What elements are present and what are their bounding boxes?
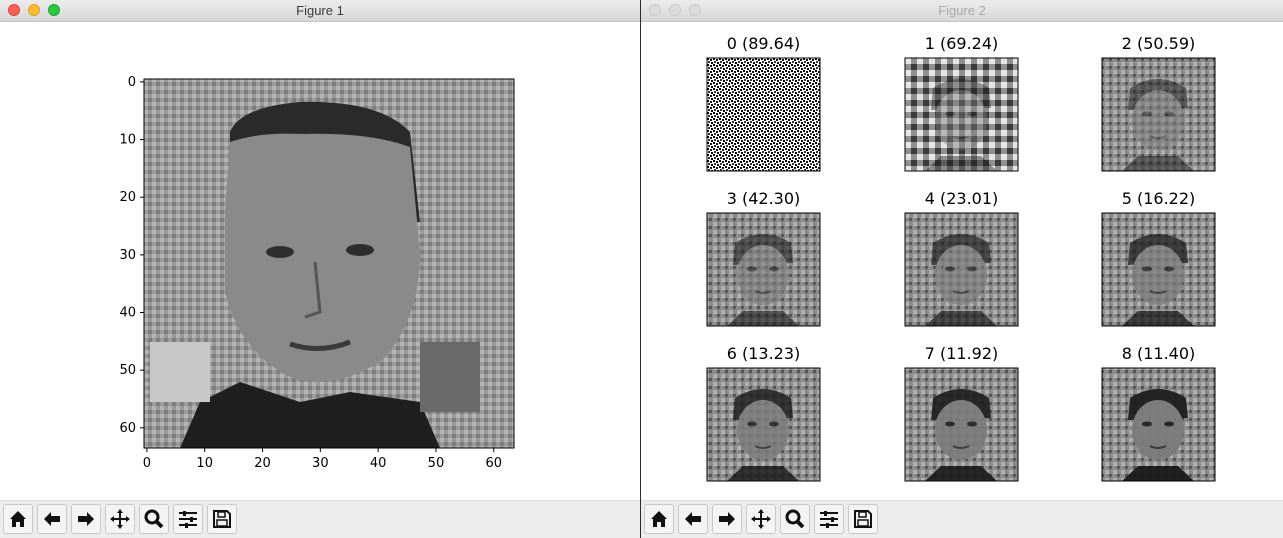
figure-1-titlebar[interactable]: Figure 1 bbox=[0, 0, 640, 22]
panel-title: 4 (23.01) bbox=[925, 189, 999, 208]
save-floppy-icon bbox=[854, 510, 872, 528]
save-button[interactable] bbox=[848, 504, 878, 534]
pan-button[interactable] bbox=[746, 504, 776, 534]
image-axes: 0 10 20 30 40 50 60 0 10 20 30 40 50 60 bbox=[119, 75, 515, 471]
panel-title: 8 (11.40) bbox=[1122, 344, 1196, 363]
save-button[interactable] bbox=[207, 504, 237, 534]
forward-arrow-icon bbox=[78, 512, 94, 526]
configure-subplots-icon bbox=[179, 511, 197, 528]
reconstruction-panel[interactable]: 8 (11.40) bbox=[1101, 344, 1216, 482]
window-title: Figure 1 bbox=[296, 3, 344, 18]
pan-move-icon bbox=[110, 509, 130, 529]
x-tick-label: 0 bbox=[143, 456, 151, 471]
figure-2-canvas[interactable]: 0 (89.64) 1 (69.24) 2 (50.59) 3 (42.30) 4 (2… bbox=[641, 22, 1283, 501]
y-tick-label: 30 bbox=[119, 248, 136, 263]
reconstruction-panel[interactable]: 0 (89.64) bbox=[706, 34, 821, 172]
configure-subplots-icon bbox=[820, 511, 838, 528]
home-icon bbox=[651, 511, 667, 527]
window-title: Figure 2 bbox=[938, 3, 986, 18]
zoom-magnifier-icon bbox=[785, 509, 805, 529]
panel-title: 5 (16.22) bbox=[1122, 189, 1196, 208]
figure-2-titlebar[interactable]: Figure 2 bbox=[641, 0, 1283, 22]
reconstruction-panel[interactable]: 6 (13.23) bbox=[706, 344, 821, 482]
panel-title: 7 (11.92) bbox=[925, 344, 999, 363]
figure-1-toolbar bbox=[0, 500, 640, 538]
x-tick-label: 60 bbox=[485, 456, 502, 471]
y-tick-label: 20 bbox=[119, 190, 136, 205]
figure-2-toolbar bbox=[641, 500, 1283, 538]
forward-button[interactable] bbox=[71, 504, 101, 534]
back-arrow-icon bbox=[44, 512, 60, 526]
panel-image bbox=[707, 58, 820, 171]
pan-button[interactable] bbox=[105, 504, 135, 534]
y-tick-label: 50 bbox=[119, 363, 136, 378]
panel-title: 0 (89.64) bbox=[727, 34, 801, 53]
zoom-magnifier-icon bbox=[144, 509, 164, 529]
x-tick-label: 20 bbox=[254, 456, 271, 471]
y-tick-label: 10 bbox=[119, 133, 136, 148]
zoom-button[interactable] bbox=[139, 504, 169, 534]
figure-2-window: Figure 2 0 (89.64) 1 (69.24) 2 (50.59) 3… bbox=[641, 0, 1283, 538]
panel-title: 2 (50.59) bbox=[1122, 34, 1196, 53]
y-axis-ticks: 0 10 20 30 40 50 60 bbox=[119, 75, 144, 436]
home-icon bbox=[10, 511, 26, 527]
pan-move-icon bbox=[751, 509, 771, 529]
x-tick-label: 40 bbox=[370, 456, 387, 471]
home-button[interactable] bbox=[3, 504, 33, 534]
y-tick-label: 40 bbox=[119, 306, 136, 321]
reconstruction-panels: 0 (89.64) 1 (69.24) 2 (50.59) 3 (42.30) 4 (2… bbox=[706, 34, 1216, 482]
x-tick-label: 50 bbox=[428, 456, 445, 471]
reconstruction-panel[interactable]: 7 (11.92) bbox=[904, 344, 1019, 482]
figure-1-window: Figure 1 0 10 20 30 40 50 60 0 10 20 30 … bbox=[0, 0, 640, 538]
reconstruction-panel[interactable]: 1 (69.24) bbox=[904, 34, 1019, 172]
forward-arrow-icon bbox=[719, 512, 735, 526]
figure-1-canvas[interactable]: 0 10 20 30 40 50 60 0 10 20 30 40 50 60 bbox=[0, 22, 640, 501]
y-tick-label: 60 bbox=[119, 421, 136, 436]
figure-2-plot-grid[interactable]: 0 (89.64) 1 (69.24) 2 (50.59) 3 (42.30) 4 (2… bbox=[641, 22, 1283, 501]
home-button[interactable] bbox=[644, 504, 674, 534]
forward-button[interactable] bbox=[712, 504, 742, 534]
x-axis-ticks: 0 10 20 30 40 50 60 bbox=[143, 448, 502, 471]
panel-title: 6 (13.23) bbox=[727, 344, 801, 363]
save-floppy-icon bbox=[213, 510, 231, 528]
configure-subplots-button[interactable] bbox=[173, 504, 203, 534]
x-tick-label: 30 bbox=[312, 456, 329, 471]
reconstruction-panel[interactable]: 4 (23.01) bbox=[904, 189, 1019, 327]
panel-title: 3 (42.30) bbox=[727, 189, 801, 208]
x-tick-label: 10 bbox=[196, 456, 213, 471]
reconstruction-panel[interactable]: 2 (50.59) bbox=[1101, 34, 1216, 172]
reconstruction-panel[interactable]: 3 (42.30) bbox=[706, 189, 821, 327]
zoom-button[interactable] bbox=[780, 504, 810, 534]
back-button[interactable] bbox=[678, 504, 708, 534]
figure-1-plot[interactable]: 0 10 20 30 40 50 60 0 10 20 30 40 50 60 bbox=[0, 22, 640, 501]
configure-subplots-button[interactable] bbox=[814, 504, 844, 534]
back-button[interactable] bbox=[37, 504, 67, 534]
y-tick-label: 0 bbox=[128, 75, 136, 90]
panel-title: 1 (69.24) bbox=[925, 34, 999, 53]
reconstruction-panel[interactable]: 5 (16.22) bbox=[1101, 189, 1216, 327]
back-arrow-icon bbox=[685, 512, 701, 526]
